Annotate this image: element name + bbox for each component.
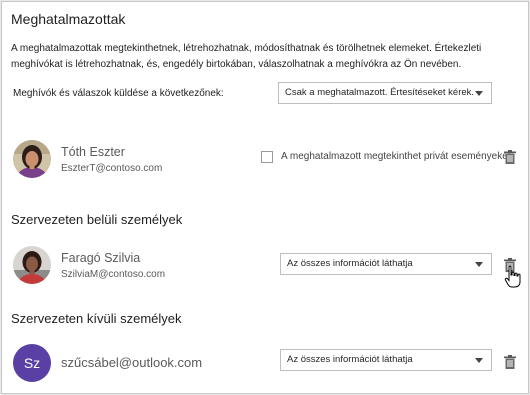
permission-value: Az összes információt láthatja	[287, 258, 413, 269]
avatar	[13, 246, 51, 284]
inside-org-heading: Szervezeten belüli személyek	[11, 212, 183, 227]
private-events-checkbox[interactable]	[261, 151, 273, 163]
page-title: Meghatalmazottak	[11, 11, 126, 27]
person-email: szűcsábel@outlook.com	[61, 355, 203, 370]
hand-cursor-icon	[504, 265, 521, 288]
send-invitations-value: Csak a meghatalmazott. Értesítéseket kér…	[285, 87, 475, 98]
avatar-initials: Sz	[13, 344, 51, 382]
permission-dropdown[interactable]: Az összes információt láthatja	[280, 349, 492, 371]
permission-dropdown[interactable]: Az összes információt láthatja	[280, 253, 492, 275]
delegate-name: Tóth Eszter	[61, 145, 125, 159]
permission-value: Az összes információt láthatja	[287, 354, 413, 365]
trash-icon[interactable]	[504, 355, 516, 369]
delegates-panel: Meghatalmazottak A meghatalmazottak megt…	[1, 1, 529, 394]
avatar	[13, 140, 51, 178]
chevron-down-icon	[475, 262, 483, 267]
delegates-description: A meghatalmazottak megtekinthetnek, létr…	[11, 43, 482, 70]
trash-icon[interactable]	[504, 150, 516, 164]
send-invitations-label: Meghívók és válaszok küldése a következő…	[13, 88, 224, 99]
chevron-down-icon	[475, 358, 483, 363]
person-email: SzilviaM@contoso.com	[61, 269, 166, 280]
private-events-label: A meghatalmazott megtekinthet privát ese…	[281, 151, 511, 162]
person-name: Faragó Szilvia	[61, 251, 141, 265]
send-invitations-dropdown[interactable]: Csak a meghatalmazott. Értesítéseket kér…	[278, 82, 492, 104]
outside-org-heading: Szervezeten kívüli személyek	[11, 311, 182, 326]
chevron-down-icon	[475, 91, 483, 96]
delegate-email: EszterT@contoso.com	[61, 163, 163, 174]
